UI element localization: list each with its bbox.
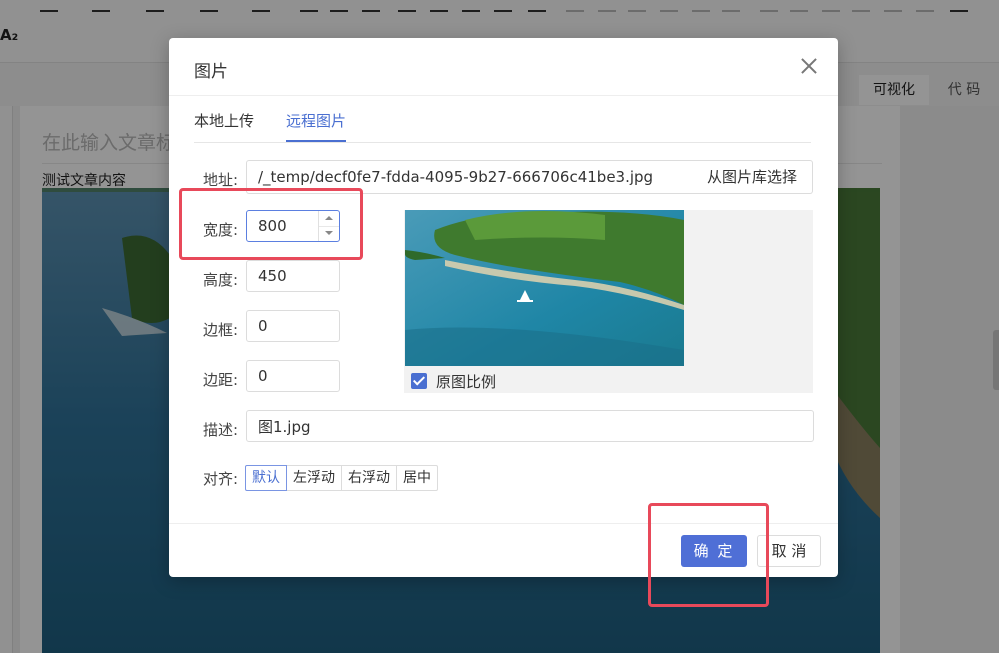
align-float-right-button[interactable]: 右浮动 (341, 465, 397, 491)
dialog-tabs: 本地上传 远程图片 (194, 108, 811, 143)
image-preview-panel: 原图比例 (404, 210, 813, 393)
tab-remote-image[interactable]: 远程图片 (286, 110, 347, 142)
align-button-group: 默认 左浮动 右浮动 居中 (245, 465, 438, 491)
align-label: 对齐: (203, 470, 239, 488)
dialog-header: 图片 (169, 38, 838, 96)
align-float-left-button[interactable]: 左浮动 (286, 465, 342, 491)
dialog-title: 图片 (194, 62, 228, 82)
align-center-button[interactable]: 居中 (396, 465, 438, 491)
align-default-button[interactable]: 默认 (245, 465, 287, 491)
description-input[interactable] (246, 410, 814, 442)
coast-photo-preview (405, 210, 684, 366)
description-label: 描述: (203, 421, 239, 439)
border-label: 边框: (203, 321, 239, 339)
highlight-width-box (179, 188, 363, 260)
select-from-gallery-button[interactable]: 从图片库选择 (692, 160, 813, 194)
height-label: 高度: (203, 271, 239, 289)
address-label: 地址: (203, 171, 239, 189)
tab-local-upload[interactable]: 本地上传 (194, 110, 254, 140)
keep-ratio-label: 原图比例 (436, 373, 497, 391)
margin-input[interactable] (246, 360, 340, 392)
image-dialog: 图片 本地上传 远程图片 地址: 从图片库选择 宽度: 800 高度: 边框: … (169, 38, 838, 577)
height-input[interactable] (246, 260, 340, 292)
margin-label: 边距: (203, 371, 239, 389)
highlight-confirm-box (648, 503, 769, 607)
close-icon[interactable] (798, 55, 820, 77)
keep-ratio-checkbox[interactable] (411, 373, 427, 389)
image-preview (405, 210, 684, 366)
border-input[interactable] (246, 310, 340, 342)
